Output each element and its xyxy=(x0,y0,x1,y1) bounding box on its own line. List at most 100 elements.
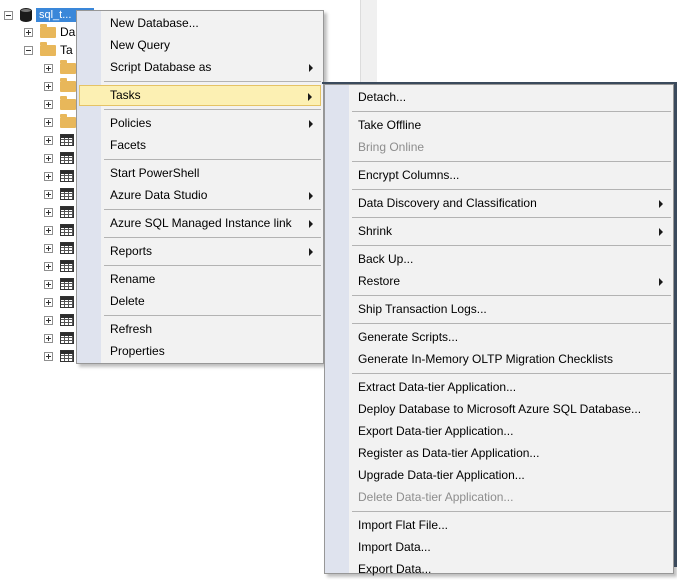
database-icon xyxy=(20,8,32,22)
tree-scrollbar[interactable] xyxy=(360,0,377,84)
tree-row-folder[interactable]: Ta xyxy=(24,41,73,59)
menu-item-oltp-checklists[interactable]: Generate In-Memory OLTP Migration Checkl… xyxy=(327,349,671,370)
menu-item-detach[interactable]: Detach... xyxy=(327,87,671,108)
tree-row-subfolder[interactable] xyxy=(44,113,76,131)
menu-item-label: Detach... xyxy=(358,90,407,104)
menu-item-label: New Database... xyxy=(110,16,199,30)
expand-icon[interactable] xyxy=(44,117,53,127)
tree-row-subfolder[interactable] xyxy=(44,77,76,95)
tree-row-table[interactable] xyxy=(44,131,74,149)
expand-icon[interactable] xyxy=(44,153,53,163)
tree-row-table[interactable] xyxy=(44,185,74,203)
menu-item-extract-data-tier[interactable]: Extract Data-tier Application... xyxy=(327,377,671,398)
menu-item-azure-data-studio[interactable]: Azure Data Studio xyxy=(79,185,321,206)
tree-row-table[interactable] xyxy=(44,239,74,257)
menu-item-label: Delete Data-tier Application... xyxy=(358,490,514,504)
tree-row-table[interactable] xyxy=(44,167,74,185)
submenu-arrow-icon xyxy=(309,64,313,72)
menu-item-label: Extract Data-tier Application... xyxy=(358,380,517,394)
expand-icon[interactable] xyxy=(44,225,53,235)
menu-item-label: Facets xyxy=(110,138,147,152)
menu-item-deploy-to-azure[interactable]: Deploy Database to Microsoft Azure SQL D… xyxy=(327,399,671,420)
menu-item-script-database-as[interactable]: Script Database as xyxy=(79,57,321,78)
tree-row-table[interactable] xyxy=(44,203,74,221)
menu-item-reports[interactable]: Reports xyxy=(79,241,321,262)
menu-separator xyxy=(352,323,671,324)
tree-row-table[interactable] xyxy=(44,329,74,347)
menu-item-managed-instance-link[interactable]: Azure SQL Managed Instance link xyxy=(79,213,321,234)
menu-item-take-offline[interactable]: Take Offline xyxy=(327,115,671,136)
collapse-icon[interactable] xyxy=(4,10,13,20)
menu-item-register-data-tier[interactable]: Register as Data-tier Application... xyxy=(327,443,671,464)
tree-row-table[interactable] xyxy=(44,347,74,365)
menu-item-data-discovery[interactable]: Data Discovery and Classification xyxy=(327,193,671,214)
expand-icon[interactable] xyxy=(44,99,53,109)
tree-row-subfolder[interactable] xyxy=(44,95,76,113)
menu-item-label: Import Data... xyxy=(358,540,431,554)
tree-row-table[interactable] xyxy=(44,149,74,167)
menu-item-properties[interactable]: Properties xyxy=(79,341,321,362)
tree-row-table[interactable] xyxy=(44,311,74,329)
menu-item-import-data[interactable]: Import Data... xyxy=(327,537,671,558)
menu-item-export-data[interactable]: Export Data... xyxy=(327,559,671,580)
menu-item-label: Azure SQL Managed Instance link xyxy=(110,216,292,230)
tree-node-label: Da xyxy=(60,25,76,39)
tree-row-table[interactable] xyxy=(44,221,74,239)
menu-item-label: Reports xyxy=(110,244,153,258)
menu-item-label: Policies xyxy=(110,116,152,130)
expand-icon[interactable] xyxy=(44,207,53,217)
menu-item-label: Generate Scripts... xyxy=(358,330,459,344)
menu-separator xyxy=(104,209,321,210)
collapse-icon[interactable] xyxy=(24,45,33,55)
menu-separator xyxy=(352,189,671,190)
menu-item-facets[interactable]: Facets xyxy=(79,135,321,156)
submenu-arrow-icon xyxy=(659,278,663,286)
menu-item-label: Script Database as xyxy=(110,60,212,74)
expand-icon[interactable] xyxy=(44,333,53,343)
menu-item-label: Shrink xyxy=(358,224,393,238)
table-icon xyxy=(60,242,74,254)
expand-icon[interactable] xyxy=(44,63,53,73)
folder-icon xyxy=(60,59,76,74)
menu-item-back-up[interactable]: Back Up... xyxy=(327,249,671,270)
menu-item-new-query[interactable]: New Query xyxy=(79,35,321,56)
tree-row-subfolder[interactable] xyxy=(44,59,76,77)
menu-item-policies[interactable]: Policies xyxy=(79,113,321,134)
menu-item-tasks[interactable]: Tasks xyxy=(79,85,321,106)
expand-icon[interactable] xyxy=(44,297,53,307)
menu-item-ship-transaction-logs[interactable]: Ship Transaction Logs... xyxy=(327,299,671,320)
menu-item-import-flat-file[interactable]: Import Flat File... xyxy=(327,515,671,536)
menu-item-label: Ship Transaction Logs... xyxy=(358,302,487,316)
menu-item-shrink[interactable]: Shrink xyxy=(327,221,671,242)
table-icon xyxy=(60,260,74,272)
menu-item-label: Bring Online xyxy=(358,140,425,154)
expand-icon[interactable] xyxy=(24,27,33,37)
menu-item-new-database[interactable]: New Database... xyxy=(79,13,321,34)
expand-icon[interactable] xyxy=(44,81,53,91)
expand-icon[interactable] xyxy=(44,261,53,271)
expand-icon[interactable] xyxy=(44,315,53,325)
menu-item-refresh[interactable]: Refresh xyxy=(79,319,321,340)
tree-row-table[interactable] xyxy=(44,275,74,293)
expand-icon[interactable] xyxy=(44,243,53,253)
menu-item-start-powershell[interactable]: Start PowerShell xyxy=(79,163,321,184)
expand-icon[interactable] xyxy=(44,279,53,289)
tree-row-table[interactable] xyxy=(44,257,74,275)
menu-separator xyxy=(104,159,321,160)
menu-item-delete[interactable]: Delete xyxy=(79,291,321,312)
menu-item-rename[interactable]: Rename xyxy=(79,269,321,290)
expand-icon[interactable] xyxy=(44,189,53,199)
tree-row-table[interactable] xyxy=(44,293,74,311)
menu-item-encrypt-columns[interactable]: Encrypt Columns... xyxy=(327,165,671,186)
menu-separator xyxy=(352,161,671,162)
menu-item-restore[interactable]: Restore xyxy=(327,271,671,292)
menu-item-export-data-tier[interactable]: Export Data-tier Application... xyxy=(327,421,671,442)
menu-item-bring-online: Bring Online xyxy=(327,137,671,158)
menu-item-upgrade-data-tier[interactable]: Upgrade Data-tier Application... xyxy=(327,465,671,486)
tree-row-folder[interactable]: Da xyxy=(24,23,75,41)
expand-icon[interactable] xyxy=(44,135,53,145)
menu-separator xyxy=(352,111,671,112)
expand-icon[interactable] xyxy=(44,171,53,181)
menu-item-generate-scripts[interactable]: Generate Scripts... xyxy=(327,327,671,348)
expand-icon[interactable] xyxy=(44,351,53,361)
